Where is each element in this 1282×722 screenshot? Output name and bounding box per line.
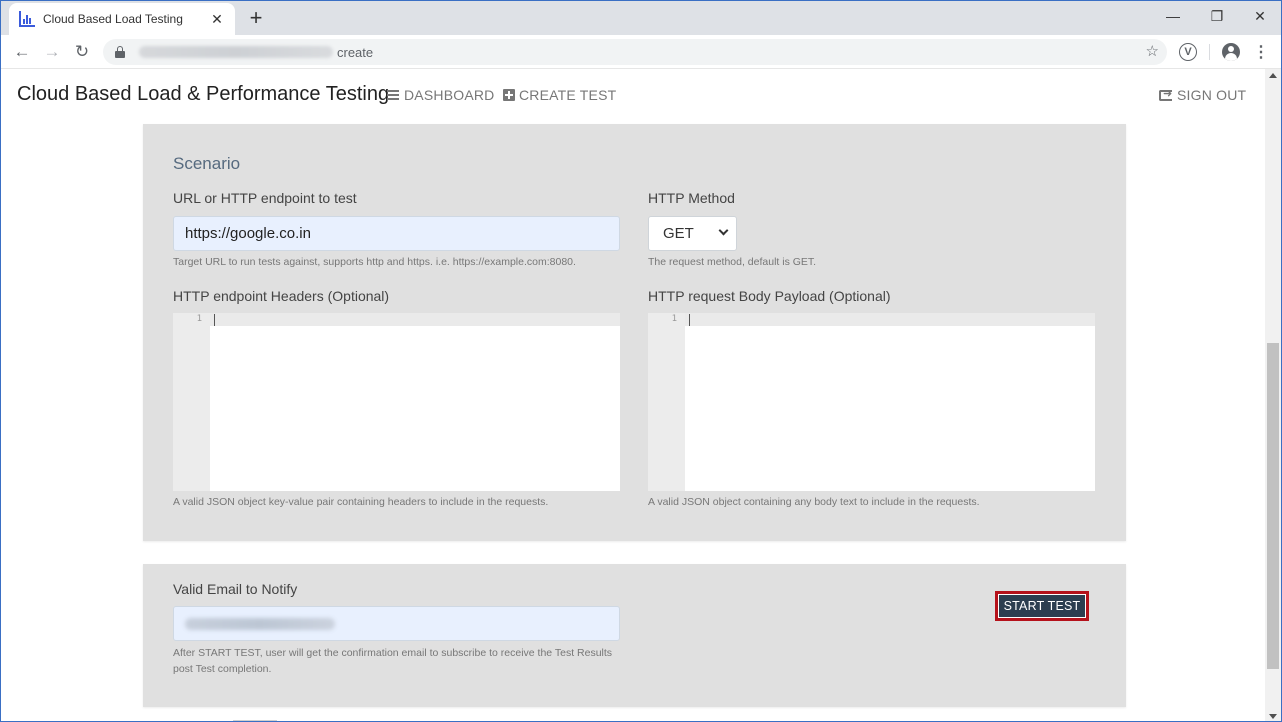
scenario-panel: Scenario URL or HTTP endpoint to test ht… <box>143 124 1126 541</box>
scenario-title: Scenario <box>173 154 241 173</box>
nav-dashboard-label: DASHBOARD <box>404 87 495 103</box>
headers-help-text: A valid JSON object key-value pair conta… <box>173 496 549 508</box>
active-line-highlight <box>173 313 620 326</box>
nav-create-test-label: CREATE TEST <box>519 87 617 103</box>
url-input[interactable]: https://google.co.in <box>173 216 620 251</box>
chevron-down-icon <box>718 225 729 236</box>
email-input[interactable] <box>173 606 620 641</box>
body-payload-editor[interactable]: 1 <box>648 313 1095 491</box>
reload-button[interactable]: ↻ <box>69 39 95 65</box>
chart-favicon-icon <box>19 11 35 27</box>
page-viewport: Cloud Based Load & Performance Testing D… <box>1 69 1265 721</box>
notify-panel: Valid Email to Notify After START TEST, … <box>143 564 1126 707</box>
nav-dashboard-link[interactable]: DASHBOARD <box>387 87 494 103</box>
nav-create-test-link[interactable]: CREATE TEST <box>503 87 616 103</box>
body-payload-help-text: A valid JSON object containing any body … <box>648 496 980 508</box>
email-value-redacted <box>185 617 335 630</box>
toolbar-separator <box>1209 44 1210 60</box>
email-label: Valid Email to Notify <box>173 581 298 597</box>
tab-close-icon[interactable]: ✕ <box>209 11 225 28</box>
active-line-highlight <box>648 313 1095 326</box>
url-host-redacted <box>139 46 333 58</box>
editor-gutter <box>648 313 685 491</box>
nav-sign-out-link[interactable]: SIGN OUT <box>1159 87 1246 103</box>
url-help-text: Target URL to run tests against, support… <box>173 256 576 268</box>
headers-label: HTTP endpoint Headers (Optional) <box>173 288 390 304</box>
start-test-label: START TEST <box>999 595 1085 617</box>
http-method-value: GET <box>663 225 694 242</box>
text-caret <box>689 314 690 326</box>
http-method-select[interactable]: GET <box>648 216 737 251</box>
url-input-value: https://google.co.in <box>185 225 311 242</box>
new-tab-button[interactable]: + <box>245 5 267 31</box>
page-scrollbar[interactable] <box>1265 69 1281 721</box>
app-navbar: Cloud Based Load & Performance Testing D… <box>1 69 1265 121</box>
browser-toolbar: ← → ↻ create ☆ V ⋮ <box>1 35 1281 69</box>
sign-out-icon <box>1159 87 1172 101</box>
address-bar[interactable]: create ☆ <box>103 39 1167 65</box>
app-brand[interactable]: Cloud Based Load & Performance Testing <box>17 83 389 106</box>
plus-square-icon <box>503 89 515 101</box>
minimize-button[interactable]: — <box>1151 1 1195 31</box>
bookmark-star-icon[interactable]: ☆ <box>1146 42 1159 60</box>
url-path: create <box>337 44 374 60</box>
text-caret <box>214 314 215 326</box>
back-button[interactable]: ← <box>9 39 35 65</box>
body-payload-label: HTTP request Body Payload (Optional) <box>648 288 891 304</box>
browser-menu-icon[interactable]: ⋮ <box>1251 42 1271 62</box>
close-window-button[interactable]: ✕ <box>1238 1 1281 31</box>
forward-button[interactable]: → <box>39 39 65 65</box>
browser-tab[interactable]: Cloud Based Load Testing ✕ <box>9 3 235 35</box>
headers-editor[interactable]: 1 <box>173 313 620 491</box>
line-number: 1 <box>196 314 202 324</box>
extension-v-icon[interactable]: V <box>1179 43 1197 61</box>
email-help-text: After START TEST, user will get the conf… <box>173 647 613 675</box>
http-method-help-text: The request method, default is GET. <box>648 256 817 268</box>
profile-avatar-icon[interactable] <box>1221 42 1241 62</box>
lock-icon[interactable] <box>115 46 125 58</box>
http-method-label: HTTP Method <box>648 190 735 206</box>
tab-strip: Cloud Based Load Testing ✕ + — ❐ ✕ <box>1 1 1281 35</box>
scroll-down-arrow-icon[interactable] <box>1269 714 1277 719</box>
scrollbar-thumb[interactable] <box>1267 343 1279 669</box>
scroll-up-arrow-icon[interactable] <box>1269 73 1277 78</box>
browser-window: Cloud Based Load Testing ✕ + — ❐ ✕ ← → ↻… <box>0 0 1282 722</box>
url-label: URL or HTTP endpoint to test <box>173 190 357 206</box>
bars-icon <box>387 90 399 100</box>
tab-title: Cloud Based Load Testing <box>43 12 183 26</box>
restore-button[interactable]: ❐ <box>1195 1 1239 31</box>
line-number: 1 <box>671 314 677 324</box>
start-test-button[interactable]: START TEST <box>995 591 1089 621</box>
nav-sign-out-label: SIGN OUT <box>1177 87 1247 103</box>
editor-gutter <box>173 313 210 491</box>
